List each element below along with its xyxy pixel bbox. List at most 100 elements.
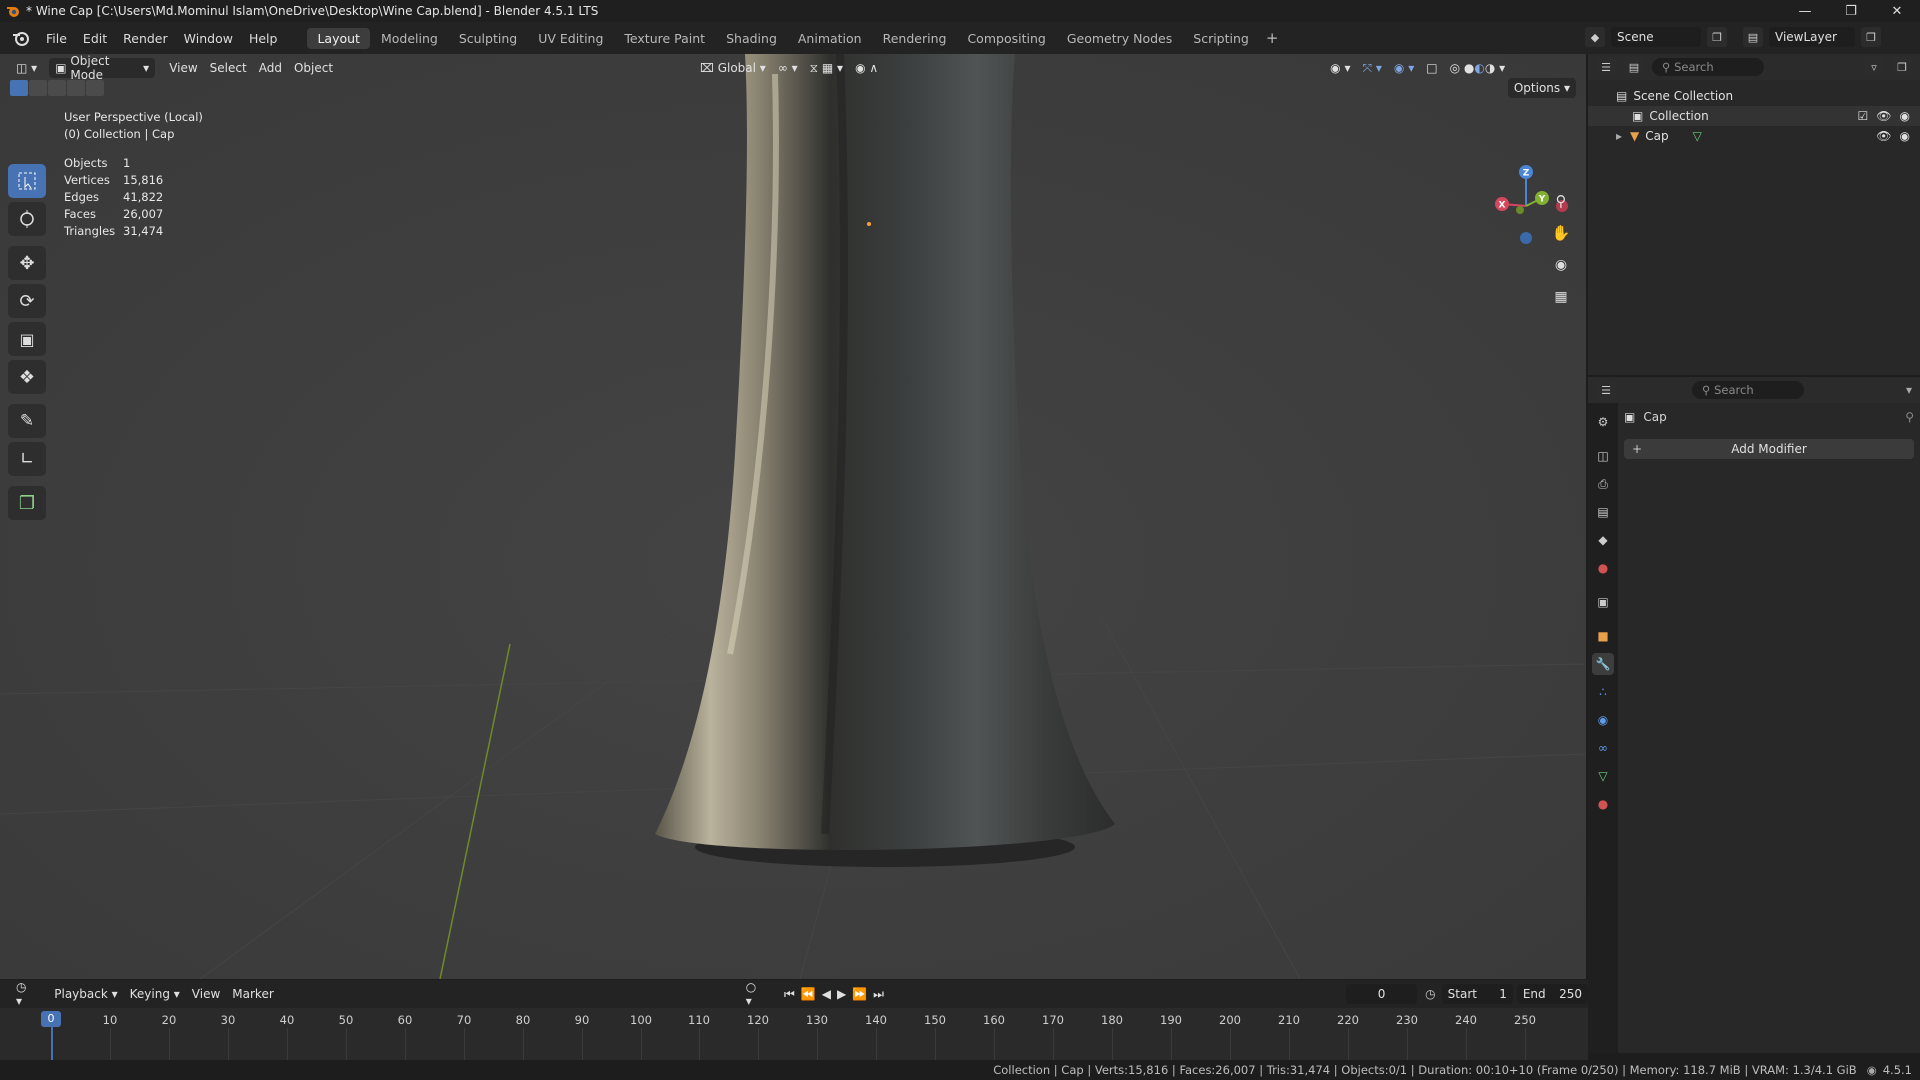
properties-search-input[interactable]: ⚲ Search — [1692, 381, 1804, 399]
add-cube-tool[interactable]: ❐ — [8, 486, 46, 520]
shading-modes-icon[interactable]: ◎ ● ◐ ◑ ▾ — [1444, 58, 1512, 78]
properties-editor-icon[interactable]: ☰ — [1596, 380, 1616, 400]
viewlayer-field[interactable]: ViewLayer — [1769, 27, 1855, 47]
outliner-editor-icon[interactable]: ☰ — [1596, 57, 1616, 77]
data-tab-icon[interactable]: ▽ — [1592, 765, 1614, 787]
scene-tab-icon[interactable]: ◆ — [1592, 529, 1614, 551]
add-workspace-icon[interactable]: + — [1260, 29, 1285, 47]
cursor-tool[interactable] — [8, 202, 46, 236]
tab-uv-editing[interactable]: UV Editing — [528, 28, 613, 49]
clock-icon[interactable]: ◷ — [1425, 987, 1435, 1001]
checkbox-icon[interactable]: ☑ — [1858, 109, 1869, 123]
move-tool[interactable]: ✥ — [8, 246, 46, 280]
tab-texture-paint[interactable]: Texture Paint — [614, 28, 715, 49]
tab-rendering[interactable]: Rendering — [873, 28, 957, 49]
xray-icon[interactable]: □ — [1420, 58, 1443, 78]
object-tab-icon[interactable]: ■ — [1592, 625, 1614, 647]
tool-tab-icon[interactable]: ⚙ — [1592, 411, 1614, 433]
physics-tab-icon[interactable]: ◉ — [1592, 709, 1614, 731]
end-frame-field[interactable]: End 250 — [1516, 984, 1589, 1004]
new-viewlayer-icon[interactable]: ❐ — [1861, 27, 1881, 47]
display-mode-icon[interactable]: ▤ — [1624, 57, 1644, 77]
pin-icon[interactable]: ⚲ — [1905, 410, 1914, 424]
scene-field[interactable]: Scene — [1611, 27, 1701, 47]
scene-icon[interactable]: ◆ — [1585, 27, 1605, 47]
menu-help[interactable]: Help — [241, 31, 286, 46]
outliner-item-scene-collection[interactable]: ▤ Scene Collection — [1588, 86, 1920, 106]
neg-z-axis-icon[interactable] — [1520, 232, 1532, 244]
orientation-dropdown[interactable]: ⌧ Global ▾ — [694, 58, 772, 78]
eye-icon[interactable]: 👁 — [1876, 129, 1891, 143]
output-tab-icon[interactable]: ⎙ — [1592, 473, 1614, 495]
visibility-icon[interactable]: ◉ ▾ — [1324, 58, 1356, 78]
new-scene-icon[interactable]: ❐ — [1707, 27, 1727, 47]
tab-sculpting[interactable]: Sculpting — [449, 28, 527, 49]
zoom-icon[interactable]: ⚲ — [1547, 189, 1575, 213]
menu-playback[interactable]: Playback ▾ — [48, 984, 123, 1004]
tab-modeling[interactable]: Modeling — [371, 28, 448, 49]
render-tab-icon[interactable]: ◫ — [1592, 445, 1614, 467]
menu-select[interactable]: Select — [204, 58, 253, 78]
filter-icon[interactable]: ▿ — [1864, 57, 1884, 77]
playback-controls[interactable]: ⏮⏪◀▶⏩⏭ — [778, 984, 896, 1004]
pivot-icon[interactable]: ∞ ▾ — [772, 58, 804, 78]
tab-geometry-nodes[interactable]: Geometry Nodes — [1057, 28, 1182, 49]
world-tab-icon[interactable]: ● — [1592, 557, 1614, 579]
annotate-tool[interactable]: ✎ — [8, 404, 46, 438]
menu-object[interactable]: Object — [288, 58, 339, 78]
select-new-icon[interactable] — [10, 80, 28, 96]
menu-file[interactable]: File — [38, 31, 75, 46]
tab-scripting[interactable]: Scripting — [1183, 28, 1259, 49]
proportional-edit-icon[interactable]: ◉ ∧ — [849, 58, 884, 78]
expand-arrow-icon[interactable]: ▸ — [1616, 129, 1622, 143]
add-modifier-button[interactable]: + Add Modifier — [1624, 439, 1914, 459]
editor-type-icon[interactable]: ◫ ▾ — [10, 58, 43, 78]
gizmo-toggle-icon[interactable]: ⤧ ▾ — [1356, 58, 1387, 78]
autokey-icon[interactable]: ○ ▾ — [740, 980, 768, 1008]
menu-render[interactable]: Render — [115, 31, 176, 46]
view-layer-tab-icon[interactable]: ▤ — [1592, 501, 1614, 523]
tab-shading[interactable]: Shading — [716, 28, 787, 49]
new-collection-icon[interactable]: ❐ — [1892, 57, 1912, 77]
options-dropdown[interactable]: Options ▾ — [1507, 78, 1576, 98]
restore-icon[interactable]: ❐ — [1828, 0, 1874, 22]
select-intersect-icon[interactable] — [86, 80, 104, 96]
measure-tool[interactable]: ∟ — [8, 442, 46, 476]
blender-menu-icon[interactable] — [12, 29, 30, 47]
menu-keying[interactable]: Keying ▾ — [124, 984, 186, 1004]
snap-icon[interactable]: ⧖ ▦ ▾ — [804, 58, 849, 78]
modifier-wrench-icon[interactable]: 🔧 — [1592, 653, 1614, 675]
current-frame-field[interactable]: 0 — [1345, 984, 1418, 1004]
camera-view-icon[interactable]: ◉ — [1547, 253, 1575, 277]
material-tab-icon[interactable]: ● — [1592, 793, 1614, 815]
minimize-icon[interactable]: — — [1782, 0, 1828, 22]
select-invert-icon[interactable] — [67, 80, 85, 96]
tab-layout[interactable]: Layout — [307, 27, 370, 49]
particles-tab-icon[interactable]: ∴ — [1592, 681, 1614, 703]
menu-add[interactable]: Add — [253, 58, 288, 78]
menu-timeline-view[interactable]: View — [186, 984, 226, 1004]
mode-dropdown[interactable]: ▣ Object Mode ▾ — [49, 54, 156, 82]
outliner-item-cap[interactable]: ▸ ▼ Cap ▽ 👁 ◉ — [1588, 126, 1920, 146]
menu-edit[interactable]: Edit — [75, 31, 115, 46]
ortho-grid-icon[interactable]: ▦ — [1547, 285, 1575, 309]
pan-hand-icon[interactable]: ✋ — [1547, 221, 1575, 245]
close-icon[interactable]: ✕ — [1874, 0, 1920, 22]
camera-icon[interactable]: ◉ — [1900, 109, 1910, 123]
transform-tool[interactable]: ❖ — [8, 360, 46, 394]
viewlayer-icon[interactable]: ▤ — [1743, 27, 1763, 47]
playhead[interactable]: 0 — [41, 1011, 61, 1027]
constraints-tab-icon[interactable]: ∞ — [1592, 737, 1614, 759]
collapse-chevron-icon[interactable]: ▾ — [1906, 383, 1912, 397]
outliner-item-collection[interactable]: ▣ Collection ☑ 👁 ◉ — [1588, 106, 1920, 126]
select-box-tool[interactable] — [8, 164, 46, 198]
collection-tab-icon[interactable]: ▣ — [1592, 591, 1614, 613]
eye-icon[interactable]: 👁 — [1876, 109, 1891, 123]
menu-window[interactable]: Window — [176, 31, 241, 46]
rotate-tool[interactable]: ⟳ — [8, 284, 46, 318]
tab-compositing[interactable]: Compositing — [957, 28, 1055, 49]
neg-y-axis-icon[interactable] — [1516, 206, 1524, 214]
menu-marker[interactable]: Marker — [226, 984, 279, 1004]
select-subtract-icon[interactable] — [48, 80, 66, 96]
camera-icon[interactable]: ◉ — [1900, 129, 1910, 143]
